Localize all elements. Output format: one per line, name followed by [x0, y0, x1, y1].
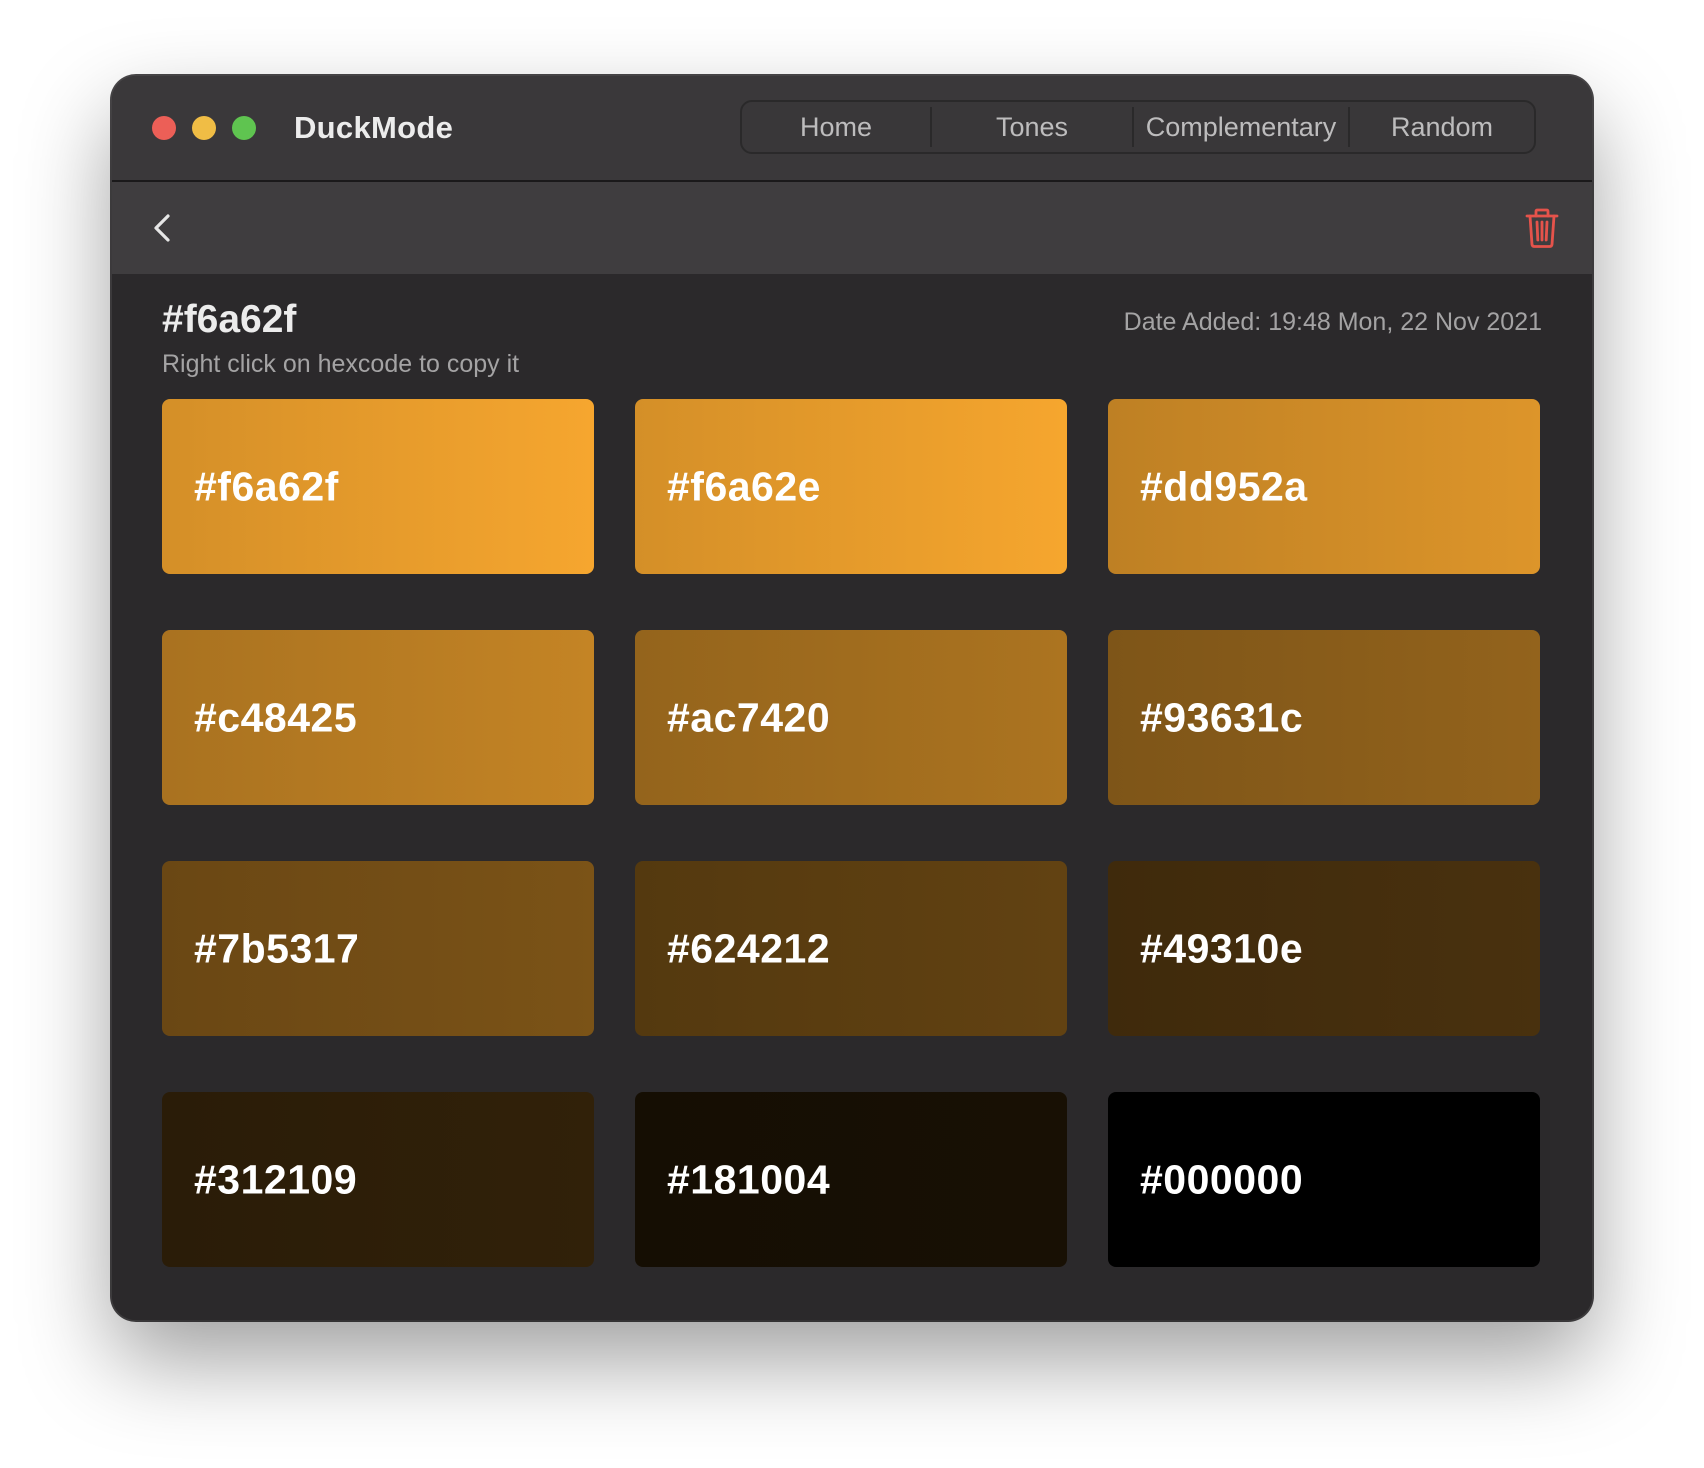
- color-swatch[interactable]: #181004: [635, 1092, 1067, 1267]
- color-swatch[interactable]: #312109: [162, 1092, 594, 1267]
- swatch-hex-label[interactable]: #000000: [1140, 1156, 1303, 1203]
- tab-random[interactable]: Random: [1348, 107, 1534, 147]
- nav-segmented-control: Home Tones Complementary Random: [740, 100, 1536, 154]
- date-added: Date Added: 19:48 Mon, 22 Nov 2021: [1123, 308, 1542, 336]
- swatch-hex-label[interactable]: #312109: [194, 1156, 357, 1203]
- palette-hex-title[interactable]: #f6a62f: [162, 298, 296, 342]
- swatch-hex-label[interactable]: #f6a62f: [194, 463, 339, 510]
- color-swatch[interactable]: #93631c: [1108, 630, 1540, 805]
- swatch-hex-label[interactable]: #49310e: [1140, 925, 1303, 972]
- tab-home[interactable]: Home: [742, 107, 930, 147]
- color-swatch[interactable]: #f6a62f: [162, 399, 594, 574]
- minimize-window-button[interactable]: [192, 116, 216, 140]
- color-swatch[interactable]: #49310e: [1108, 861, 1540, 1036]
- swatch-hex-label[interactable]: #181004: [667, 1156, 830, 1203]
- delete-button[interactable]: [1522, 206, 1562, 250]
- swatch-hex-label[interactable]: #f6a62e: [667, 463, 821, 510]
- swatch-hex-label[interactable]: #93631c: [1140, 694, 1303, 741]
- tab-tones[interactable]: Tones: [930, 107, 1132, 147]
- swatch-hex-label[interactable]: #c48425: [194, 694, 357, 741]
- color-swatch[interactable]: #000000: [1108, 1092, 1540, 1267]
- color-swatch[interactable]: #624212: [635, 861, 1067, 1036]
- zoom-window-button[interactable]: [232, 116, 256, 140]
- color-swatch[interactable]: #ac7420: [635, 630, 1067, 805]
- color-swatch[interactable]: #c48425: [162, 630, 594, 805]
- back-button[interactable]: [144, 208, 184, 248]
- close-window-button[interactable]: [152, 116, 176, 140]
- app-title: DuckMode: [294, 110, 454, 145]
- swatch-hex-label[interactable]: #ac7420: [667, 694, 830, 741]
- swatch-grid: #f6a62f #f6a62e #dd952a #c48425 #ac7420 …: [162, 399, 1540, 1267]
- chevron-left-icon: [154, 214, 170, 242]
- color-swatch[interactable]: #f6a62e: [635, 399, 1067, 574]
- trash-icon: [1525, 208, 1559, 248]
- swatch-hex-label[interactable]: #624212: [667, 925, 830, 972]
- title-bar: DuckMode Home Tones Complementary Random: [112, 76, 1592, 182]
- copy-hint: Right click on hexcode to copy it: [162, 350, 520, 378]
- app-window: DuckMode Home Tones Complementary Random: [112, 76, 1592, 1320]
- toolbar: [112, 182, 1592, 274]
- palette-detail: #f6a62f Right click on hexcode to copy i…: [112, 274, 1592, 1320]
- swatch-hex-label[interactable]: #7b5317: [194, 925, 359, 972]
- tab-complementary[interactable]: Complementary: [1132, 107, 1348, 147]
- swatch-hex-label[interactable]: #dd952a: [1140, 463, 1308, 510]
- color-swatch[interactable]: #dd952a: [1108, 399, 1540, 574]
- color-swatch[interactable]: #7b5317: [162, 861, 594, 1036]
